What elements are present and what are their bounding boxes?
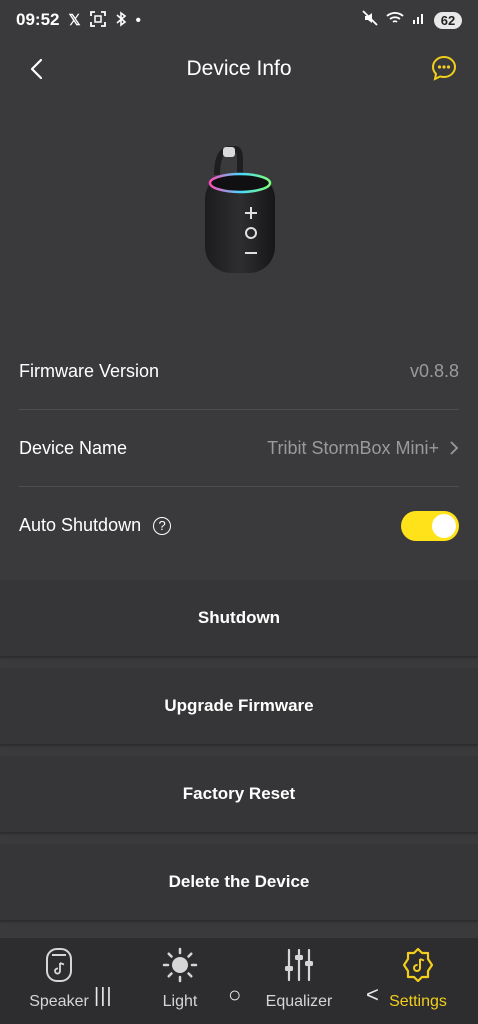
x-logo-icon: 𝕏	[68, 11, 81, 29]
tab-light[interactable]: Light	[130, 938, 230, 1024]
upgrade-firmware-button[interactable]: Upgrade Firmware	[0, 668, 478, 744]
tab-settings-label: Settings	[389, 993, 447, 1010]
toggle-knob	[432, 513, 456, 538]
page-title: Device Info	[186, 57, 292, 80]
screenshot-icon	[89, 10, 106, 30]
dot-icon: •	[135, 11, 141, 29]
device-name-row[interactable]: Device Name Tribit StormBox Mini+	[19, 410, 459, 487]
speaker-product-image	[195, 145, 285, 277]
firmware-version-label: Firmware Version	[19, 360, 160, 381]
firmware-version-value: v0.8.8	[409, 360, 459, 381]
status-bar: 09:52 𝕏 • 62	[0, 0, 478, 40]
tab-light-label: Light	[162, 993, 198, 1010]
status-time: 09:52	[16, 10, 60, 29]
mute-icon	[362, 9, 378, 31]
chevron-right-icon	[450, 441, 459, 455]
tab-speaker[interactable]: Speaker	[9, 938, 109, 1024]
device-info-list: Firmware Version v0.8.8 Device Name Trib…	[0, 333, 478, 564]
light-icon	[162, 947, 198, 983]
chat-button[interactable]	[430, 54, 458, 82]
help-icon[interactable]: ?	[153, 516, 172, 535]
wifi-icon	[386, 10, 404, 30]
firmware-version-row: Firmware Version v0.8.8	[19, 333, 459, 410]
header: Device Info	[0, 44, 478, 94]
tab-equalizer-label: Equalizer	[265, 993, 333, 1010]
tab-settings[interactable]: Settings	[368, 938, 468, 1024]
tab-equalizer[interactable]: Equalizer	[249, 938, 349, 1024]
shutdown-button[interactable]: Shutdown	[0, 580, 478, 656]
speaker-icon	[46, 948, 72, 982]
device-name-label: Device Name	[19, 437, 128, 458]
auto-shutdown-toggle[interactable]	[401, 510, 459, 541]
delete-device-button[interactable]: Delete the Device	[0, 844, 478, 920]
factory-reset-button[interactable]: Factory Reset	[0, 756, 478, 832]
auto-shutdown-label: Auto Shutdown	[19, 515, 142, 535]
chat-bubble-icon	[431, 55, 457, 81]
settings-icon	[402, 947, 434, 983]
signal-icon	[412, 10, 426, 30]
bluetooth-icon	[115, 10, 127, 30]
bottom-tab-bar: Speaker Light Equalizer Settings	[0, 938, 478, 1024]
actions-list: Shutdown Upgrade Firmware Factory Reset …	[0, 568, 478, 920]
device-name-value: Tribit StormBox Mini+	[267, 437, 439, 458]
auto-shutdown-row: Auto Shutdown ?	[19, 487, 459, 564]
equalizer-icon	[285, 948, 313, 982]
battery-indicator: 62	[434, 11, 462, 29]
tab-speaker-label: Speaker	[29, 993, 89, 1010]
